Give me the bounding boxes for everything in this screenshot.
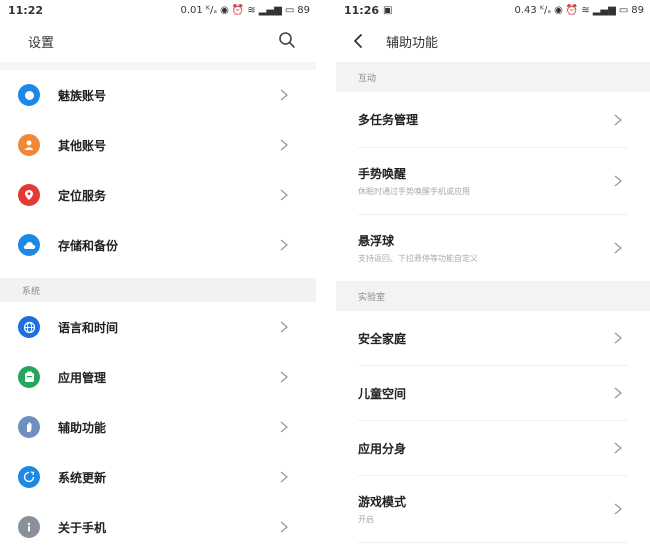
- hand-icon: [18, 416, 40, 438]
- item-label: 定位服务: [58, 188, 107, 203]
- item-label: 应用管理: [58, 370, 107, 385]
- list-item-game-mode[interactable]: 游戏模式 开启: [358, 476, 628, 543]
- chevron-right-icon: [280, 421, 288, 433]
- list-item-safe-family[interactable]: 安全家庭: [358, 311, 628, 366]
- sync-icon: ◉: [554, 4, 563, 16]
- chevron-right-icon: [280, 189, 288, 201]
- section-header-system: 系统: [0, 278, 316, 302]
- search-icon[interactable]: [278, 31, 296, 49]
- item-label: 辅助功能: [58, 420, 107, 435]
- section-title: 系统: [22, 286, 41, 297]
- battery-level: 89: [631, 4, 644, 16]
- section-header-lab: 实验室: [336, 281, 650, 311]
- alarm-icon: ⏰: [565, 4, 579, 16]
- network-speed: 0.01 ᴷ/ₛ: [180, 4, 218, 16]
- chevron-right-icon: [280, 89, 288, 101]
- section-header-interaction: 互动: [336, 62, 650, 92]
- meizu-account-icon: [18, 84, 40, 106]
- location-pin-icon: [18, 184, 40, 206]
- status-bar: 11:26 ▣ 0.43 ᴷ/ₛ ◉ ⏰ ≋ ▂▄▆ ▭ 89: [336, 0, 650, 20]
- item-label: 应用分身: [358, 441, 407, 456]
- chevron-right-icon: [280, 239, 288, 251]
- app-bar: 设置: [0, 20, 316, 62]
- status-right: 0.43 ᴷ/ₛ ◉ ⏰ ≋ ▂▄▆ ▭ 89: [514, 0, 644, 20]
- sync-icon: ◉: [220, 4, 229, 16]
- section-divider: [0, 62, 316, 70]
- status-right: 0.01 ᴷ/ₛ ◉ ⏰ ≋ ▂▄▆ ▭ 89: [180, 0, 310, 20]
- chevron-right-icon: [614, 242, 622, 254]
- list-item-system-update[interactable]: 系统更新: [0, 452, 316, 502]
- back-arrow-icon[interactable]: [350, 33, 366, 49]
- update-icon: [18, 466, 40, 488]
- page-title: 设置: [28, 35, 55, 51]
- wifi-icon: ≋: [581, 4, 590, 16]
- list-item-other-accounts[interactable]: 其他账号: [0, 120, 316, 170]
- globe-icon: [18, 316, 40, 338]
- chevron-right-icon: [280, 521, 288, 533]
- list-item-location[interactable]: 定位服务: [0, 170, 316, 220]
- item-label: 游戏模式: [358, 495, 407, 509]
- chevron-right-icon: [614, 175, 622, 187]
- item-label: 语言和时间: [58, 320, 119, 335]
- screens: 11:22 0.01 ᴷ/ₛ ◉ ⏰ ≋ ▂▄▆ ▭ 89 设置 魅族账号 其他…: [0, 0, 650, 549]
- list-item-floating-ball[interactable]: 悬浮球 支持返回、下拉悬停等功能自定义: [358, 215, 628, 281]
- section-title: 互动: [358, 73, 377, 84]
- chevron-right-icon: [614, 114, 622, 125]
- status-bar: 11:22 0.01 ᴷ/ₛ ◉ ⏰ ≋ ▂▄▆ ▭ 89: [0, 0, 316, 20]
- item-label: 魅族账号: [58, 88, 107, 103]
- alarm-icon: ⏰: [231, 4, 245, 16]
- item-label: 手势唤醒: [358, 167, 407, 181]
- list-item-multitask[interactable]: 多任务管理: [358, 92, 628, 148]
- list-item-kids-space[interactable]: 儿童空间: [358, 366, 628, 421]
- page-title: 辅助功能: [386, 35, 439, 51]
- item-description: 支持返回、下拉悬停等功能自定义: [358, 254, 478, 263]
- info-icon: [18, 516, 40, 538]
- list-item-app-management[interactable]: 应用管理: [0, 352, 316, 402]
- battery-level: 89: [297, 4, 310, 16]
- battery-icon: ▭: [284, 4, 295, 16]
- screen-gap: [316, 0, 336, 549]
- item-description: 休眠时通过手势唤醒手机或应用: [358, 187, 470, 196]
- item-label: 悬浮球: [358, 234, 395, 248]
- status-time: 11:26: [344, 3, 380, 17]
- app-bar: 辅助功能: [336, 20, 650, 62]
- chevron-right-icon: [614, 387, 622, 399]
- chevron-right-icon: [280, 139, 288, 151]
- item-description: 开启: [358, 515, 374, 524]
- chevron-right-icon: [614, 503, 622, 515]
- list-item-about-phone[interactable]: 关于手机: [0, 502, 316, 549]
- chevron-right-icon: [614, 332, 622, 344]
- item-label: 系统更新: [58, 470, 107, 485]
- network-speed: 0.43 ᴷ/ₛ: [514, 4, 552, 16]
- image-notification-icon: ▣: [383, 4, 393, 16]
- chevron-right-icon: [280, 471, 288, 483]
- accessibility-screen: 11:26 ▣ 0.43 ᴷ/ₛ ◉ ⏰ ≋ ▂▄▆ ▭ 89 辅助功能 互动 …: [336, 0, 650, 549]
- settings-screen: 11:22 0.01 ᴷ/ₛ ◉ ⏰ ≋ ▂▄▆ ▭ 89 设置 魅族账号 其他…: [0, 0, 316, 549]
- list-item-gesture-wake[interactable]: 手势唤醒 休眠时通过手势唤醒手机或应用: [358, 148, 628, 215]
- item-label: 多任务管理: [358, 113, 419, 127]
- item-label: 儿童空间: [358, 386, 407, 401]
- item-label: 存储和备份: [58, 238, 119, 253]
- item-label: 安全家庭: [358, 331, 407, 346]
- signal-icon: ▂▄▆: [258, 4, 282, 16]
- cloud-icon: [18, 234, 40, 256]
- person-icon: [18, 134, 40, 156]
- list-item-meizu-account[interactable]: 魅族账号: [0, 70, 316, 120]
- status-time: 11:22: [8, 3, 44, 17]
- app-manage-icon: [18, 366, 40, 388]
- battery-icon: ▭: [618, 4, 629, 16]
- section-title: 实验室: [358, 292, 386, 303]
- list-item-app-clone[interactable]: 应用分身: [358, 421, 628, 476]
- list-item-accessibility[interactable]: 辅助功能: [0, 402, 316, 452]
- chevron-right-icon: [280, 321, 288, 333]
- item-label: 其他账号: [58, 138, 107, 153]
- item-label: 关于手机: [58, 520, 107, 535]
- chevron-right-icon: [614, 442, 622, 454]
- chevron-right-icon: [280, 371, 288, 383]
- list-item-storage-backup[interactable]: 存储和备份: [0, 220, 316, 270]
- list-item-language-time[interactable]: 语言和时间: [0, 302, 316, 352]
- wifi-icon: ≋: [247, 4, 256, 16]
- signal-icon: ▂▄▆: [592, 4, 616, 16]
